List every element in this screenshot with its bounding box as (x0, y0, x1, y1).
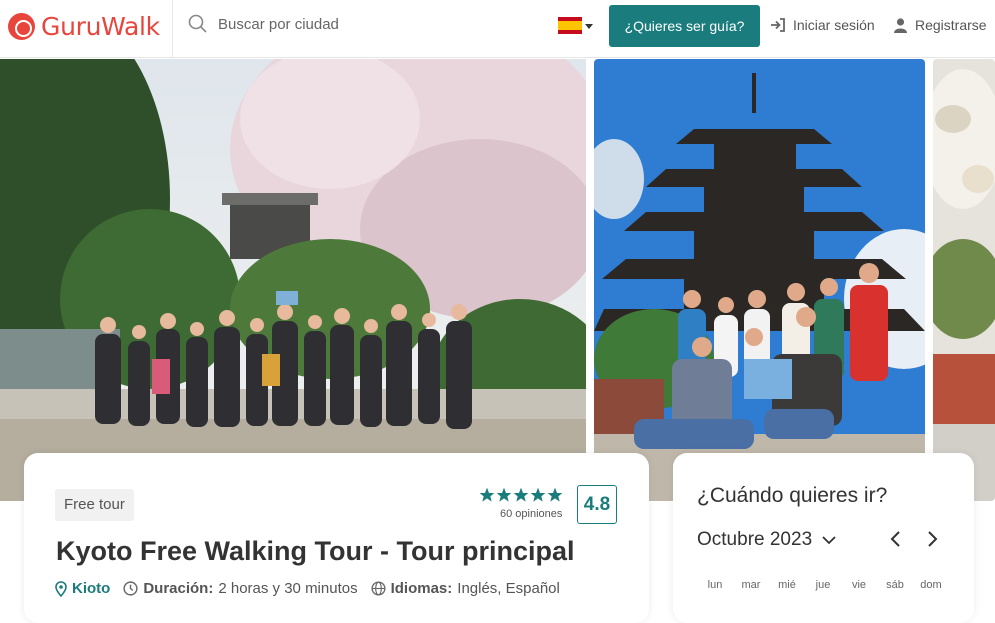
star-icon (479, 487, 495, 502)
location-pin-icon (55, 580, 67, 597)
logo-text: GuruWalk (41, 12, 160, 41)
month-selector[interactable]: Octubre 2023 (697, 529, 836, 551)
tour-title: Kyoto Free Walking Tour - Tour principal (56, 536, 575, 566)
previous-month-chevron-icon[interactable] (887, 529, 905, 549)
tour-languages: Idiomas: Inglés, Español (371, 580, 560, 597)
tour-meta: Kioto Duración: 2 horas y 30 minutos Idi… (55, 580, 573, 597)
login-link[interactable]: Iniciar sesión (770, 17, 875, 33)
tour-city[interactable]: Kioto (55, 580, 110, 597)
duration-value: 2 horas y 30 minutos (218, 580, 358, 597)
guruwalk-logo[interactable]: GuruWalk (8, 12, 160, 41)
calendar-title: ¿Cuándo quieres ir? (697, 484, 888, 507)
next-month-chevron-icon[interactable] (923, 529, 941, 549)
language-dropdown-caret-icon[interactable] (585, 24, 593, 29)
star-icon (530, 487, 546, 502)
languages-value: Inglés, Español (457, 580, 560, 597)
city-search[interactable]: Buscar por ciudad (188, 14, 339, 34)
chevron-down-icon (822, 536, 836, 545)
top-navigation-bar: GuruWalk Buscar por ciudad ¿Quieres ser … (0, 0, 995, 58)
tour-info-card: Free tour 60 opiniones 4.8 Kyoto Free Wa… (24, 453, 649, 623)
month-label: Octubre 2023 (697, 529, 813, 550)
languages-label: Idiomas: (390, 580, 453, 597)
become-guide-button[interactable]: ¿Quieres ser guía? (609, 5, 760, 47)
logo-icon (8, 13, 35, 40)
city-name: Kioto (72, 580, 111, 597)
photo-gallery (0, 59, 995, 501)
globe-icon (371, 581, 386, 596)
blossoms-photo (933, 59, 995, 501)
gallery-photo-pagoda[interactable] (594, 59, 925, 501)
weekday-header: lun mar mié jue vie sáb dom (697, 579, 949, 591)
star-icon (513, 487, 529, 502)
star-rating (479, 487, 563, 503)
pagoda-group-photo (594, 59, 925, 501)
language-flag-icon[interactable] (558, 17, 582, 34)
free-tour-badge: Free tour (55, 489, 134, 521)
clock-icon (123, 581, 138, 596)
weekday-label: jue (815, 579, 831, 591)
search-icon (188, 14, 207, 33)
weekday-label: vie (851, 579, 867, 591)
register-link[interactable]: Registrarse (894, 17, 987, 33)
weekday-label: lun (707, 579, 723, 591)
booking-calendar-card: ¿Cuándo quieres ir? Octubre 2023 lun mar… (673, 453, 974, 623)
star-icon (547, 487, 563, 502)
search-input[interactable]: Buscar por ciudad (218, 16, 339, 33)
tour-duration: Duración: 2 horas y 30 minutos (123, 580, 358, 597)
duration-label: Duración: (143, 580, 214, 597)
register-label: Registrarse (915, 17, 987, 33)
rating-score: 4.8 (577, 485, 617, 524)
gallery-photo-main[interactable] (0, 59, 586, 501)
weekday-label: dom (920, 579, 942, 591)
user-icon (894, 17, 907, 33)
group-cherry-blossom-photo (0, 59, 586, 501)
reviews-count-link[interactable]: 60 opiniones (500, 508, 562, 520)
weekday-label: mié (778, 579, 796, 591)
header-divider (172, 0, 173, 58)
login-label: Iniciar sesión (793, 17, 875, 33)
login-icon (771, 18, 785, 32)
weekday-label: mar (741, 579, 761, 591)
weekday-label: sáb (886, 579, 904, 591)
star-icon (496, 487, 512, 502)
gallery-photo-blossoms[interactable] (933, 59, 995, 501)
